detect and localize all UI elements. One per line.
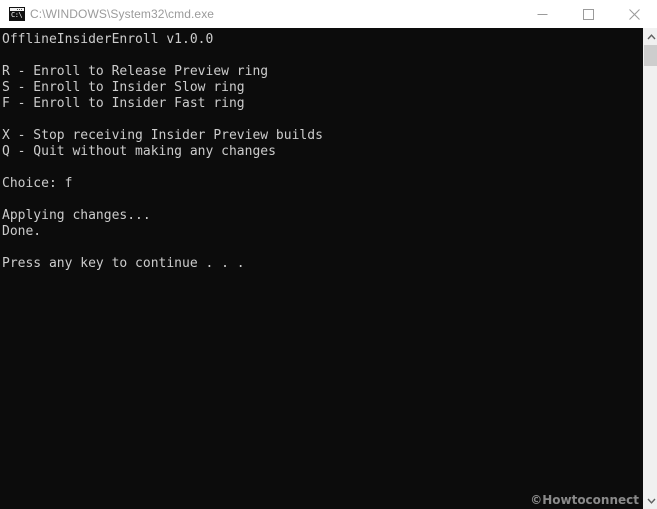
console-scrollbar[interactable] — [643, 28, 657, 509]
icon-prompt-text: C:\ — [11, 11, 23, 19]
minimize-button[interactable] — [519, 0, 565, 28]
console-output-area[interactable]: OfflineInsiderEnroll v1.0.0 R - Enroll t… — [0, 28, 643, 509]
cmd-window: C:\ C:\WINDOWS\System32\cmd.exe OfflineI… — [0, 0, 657, 509]
watermark-label: ©Howtoconnect — [530, 493, 639, 507]
console-text: OfflineInsiderEnroll v1.0.0 R - Enroll t… — [2, 32, 323, 271]
window-controls — [519, 0, 657, 28]
window-title: C:\WINDOWS\System32\cmd.exe — [30, 7, 215, 21]
scroll-down-arrow[interactable] — [644, 492, 657, 509]
cmd-console-icon: C:\ — [9, 7, 25, 21]
title-bar[interactable]: C:\ C:\WINDOWS\System32\cmd.exe — [0, 0, 657, 28]
close-button[interactable] — [611, 0, 657, 28]
scroll-up-arrow[interactable] — [644, 28, 657, 45]
maximize-button[interactable] — [565, 0, 611, 28]
scrollbar-thumb[interactable] — [644, 45, 657, 66]
